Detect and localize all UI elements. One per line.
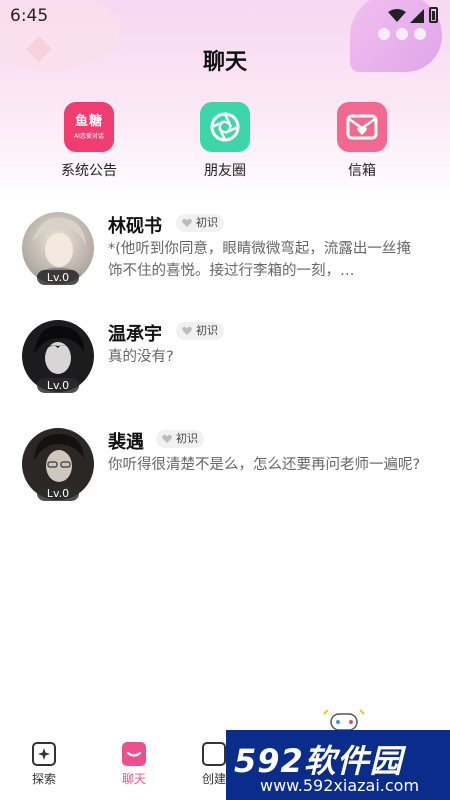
contact-name: 裴遇 — [108, 432, 144, 453]
system-notice-icon-text: 鱼糖 — [74, 113, 103, 129]
tab-chat-label: 聊天 — [121, 772, 146, 786]
signal-icon — [410, 9, 424, 23]
chat-list-item[interactable]: Lv.0 林砚书 初识 *(他听到你同意，眼睛微微弯起，流露出一丝掩饰不住的喜悦… — [22, 212, 432, 307]
relationship-tag: 初识 — [176, 214, 224, 232]
level-badge: Lv.0 — [37, 486, 79, 501]
relationship-tag-label: 初识 — [196, 324, 218, 337]
level-badge: Lv.0 — [37, 378, 79, 393]
status-bar: 6:45 — [0, 0, 450, 32]
mailbox-label: 信箱 — [348, 163, 376, 179]
heart-icon — [182, 218, 192, 227]
game-controller-icon — [323, 709, 365, 731]
battery-icon — [429, 7, 438, 23]
system-notice-button[interactable]: 鱼糖 AI恋爱对话 系统公告 — [34, 102, 144, 180]
moments-label: 朋友圈 — [204, 163, 246, 179]
system-notice-icon: 鱼糖 AI恋爱对话 — [64, 102, 114, 152]
contact-name: 林砚书 — [108, 216, 162, 237]
relationship-tag-label: 初识 — [176, 432, 198, 445]
message-preview: 真的没有? — [108, 349, 174, 365]
camera-shutter-icon — [200, 102, 250, 152]
relationship-tag: 初识 — [156, 430, 204, 448]
message-preview: 你听得很清楚不是么，怎么还要再问老师一遍呢? — [108, 457, 421, 473]
site-watermark: 592软件园 www.592xiazai.com — [226, 730, 450, 800]
chat-list-item[interactable]: Lv.0 裴遇 初识 你听得很清楚不是么，怎么还要再问老师一遍呢? — [22, 428, 432, 523]
status-time: 6:45 — [10, 6, 49, 26]
tab-chat[interactable]: 聊天 — [104, 742, 164, 787]
chat-bubble-icon — [122, 742, 146, 766]
mailbox-icon — [337, 102, 387, 152]
explore-card-icon — [32, 742, 56, 766]
mailbox-button[interactable]: 信箱 — [307, 102, 417, 180]
message-preview: *(他听到你同意，眼睛微微弯起，流露出一丝掩饰不住的喜悦。接过行李箱的一刻，… — [108, 241, 411, 279]
system-notice-icon-subtext: AI恋爱对话 — [74, 132, 104, 140]
chat-list-item[interactable]: Lv.0 温承宇 初识 真的没有? — [22, 320, 432, 415]
watermark-url: www.592xiazai.com — [260, 776, 420, 795]
contact-name: 温承宇 — [108, 324, 162, 345]
heart-icon — [182, 326, 192, 335]
tab-explore[interactable]: 探索 — [14, 742, 74, 787]
relationship-tag-label: 初识 — [196, 216, 218, 229]
level-badge: Lv.0 — [37, 270, 79, 285]
system-notice-label: 系统公告 — [61, 163, 117, 179]
moments-button[interactable]: 朋友圈 — [170, 102, 280, 180]
wifi-icon — [388, 9, 406, 22]
create-icon — [202, 742, 226, 766]
tab-explore-label: 探索 — [31, 772, 56, 786]
relationship-tag: 初识 — [176, 322, 224, 340]
game-controller-button[interactable] — [322, 708, 366, 732]
page-title: 聊天 — [202, 50, 247, 75]
heart-icon — [162, 434, 172, 443]
